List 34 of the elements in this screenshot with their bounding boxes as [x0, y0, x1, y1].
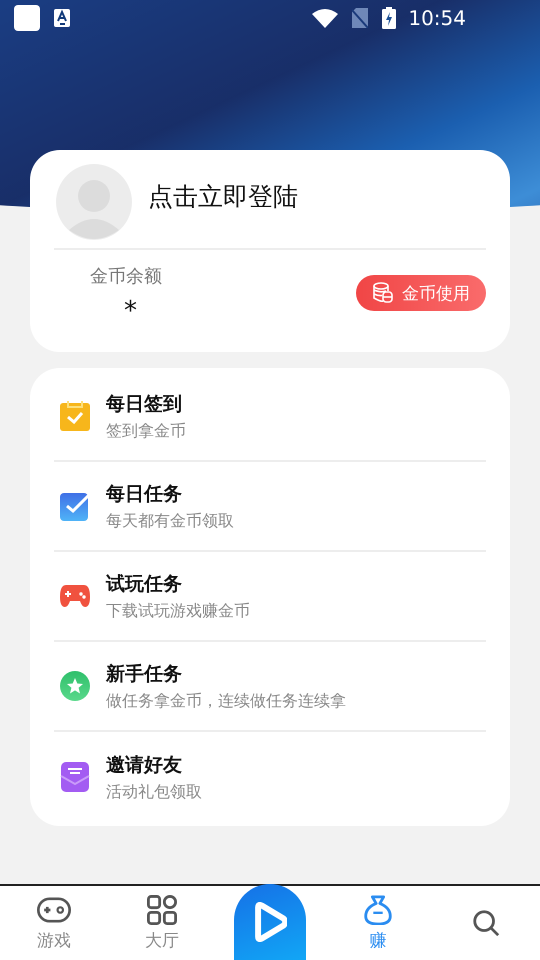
- play-tab[interactable]: [234, 884, 306, 960]
- nav-tab[interactable]: 游戏: [0, 886, 108, 960]
- clipboard-check-icon: [60, 401, 90, 431]
- login-prompt[interactable]: 点击立即登陆: [148, 180, 298, 213]
- gamepad-icon: [37, 894, 71, 924]
- no-sim-icon: [352, 8, 368, 28]
- task-subtitle: 每天都有金币领取: [106, 510, 234, 532]
- task-subtitle: 做任务拿金币，连续做任务连续拿: [106, 690, 346, 712]
- balance-label: 金币余额: [90, 265, 162, 288]
- grid-icon: [145, 894, 179, 924]
- task-item[interactable]: 每日签到 签到拿金币: [54, 372, 486, 462]
- task-title: 邀请好友: [106, 752, 183, 778]
- coins-icon: [372, 282, 394, 304]
- task-item[interactable]: 邀请好友 活动礼包领取: [54, 732, 486, 822]
- task-title: 每日任务: [106, 482, 183, 506]
- wifi-icon: [312, 8, 338, 28]
- task-subtitle: 下载试玩游戏赚金币: [106, 600, 250, 622]
- nav-tab[interactable]: 大厅: [108, 886, 216, 960]
- task-item[interactable]: 每日任务 每天都有金币领取: [54, 462, 486, 552]
- play-icon: [253, 902, 287, 942]
- notification-icon: [14, 5, 40, 31]
- task-item[interactable]: 新手任务 做任务拿金币，连续做任务连续拿: [54, 642, 486, 732]
- checkbox-icon: [60, 491, 90, 521]
- task-title: 每日签到: [106, 392, 183, 416]
- task-subtitle: 活动礼包领取: [106, 782, 202, 802]
- task-item[interactable]: 试玩任务 下载试玩游戏赚金币: [54, 552, 486, 642]
- balance-value: *: [123, 295, 138, 328]
- task-title: 新手任务: [106, 662, 183, 686]
- mail-icon: [60, 762, 90, 792]
- task-title: 试玩任务: [106, 572, 183, 596]
- keyboard-icon: [54, 9, 70, 27]
- battery-icon: [382, 7, 396, 29]
- task-subtitle: 签到拿金币: [106, 420, 186, 442]
- clock-time: 10:54: [408, 6, 466, 30]
